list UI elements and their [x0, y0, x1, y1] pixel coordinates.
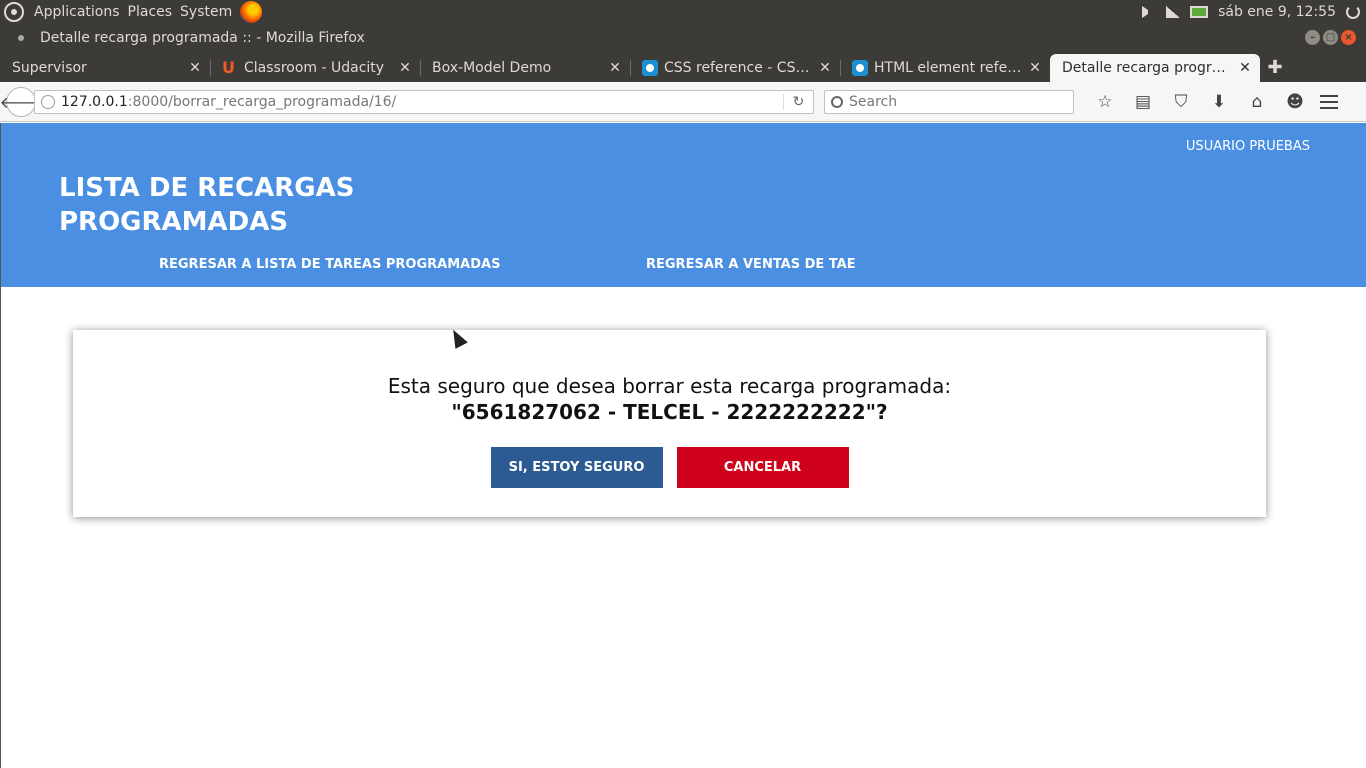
firefox-launcher-icon[interactable]: [240, 1, 263, 23]
back-to-tasks-link[interactable]: REGRESAR A LISTA DE TAREAS PROGRAMADAS: [159, 257, 500, 272]
reload-icon[interactable]: ↻: [783, 93, 813, 110]
bookmark-star-icon[interactable]: ☆: [1086, 92, 1124, 112]
back-button[interactable]: 🡐: [0, 86, 42, 117]
tab-html-element-reference[interactable]: HTML element refer... ✕: [840, 54, 1050, 82]
tab-label: Classroom - Udacity: [244, 60, 385, 76]
page-title: LISTA DE RECARGAS PROGRAMADAS: [59, 173, 355, 237]
tab-label: Detalle recarga progra...: [1062, 60, 1232, 76]
tab-box-model-demo[interactable]: Box-Model Demo ✕: [420, 54, 630, 82]
power-icon[interactable]: [1346, 5, 1360, 19]
ubuntu-logo-icon[interactable]: [4, 2, 24, 22]
dialog-buttons: SI, ESTOY SEGURO CANCELAR: [73, 447, 1266, 488]
cancel-button[interactable]: CANCELAR: [676, 447, 849, 488]
globe-icon[interactable]: [41, 94, 55, 109]
battery-icon[interactable]: [1190, 6, 1209, 18]
window-title: Detalle recarga programada :: - Mozilla …: [40, 30, 365, 46]
close-tab-icon[interactable]: ✕: [188, 60, 202, 76]
close-tab-icon[interactable]: ✕: [398, 60, 412, 76]
record-identifier: "6561827062 - TELCEL - 2222222222"?: [451, 400, 888, 424]
toolbar-icons: ☆ ▤ ⛉ ⬇ ⌂ ☻: [1086, 92, 1338, 112]
chat-icon[interactable]: ☻: [1276, 92, 1314, 112]
reading-list-icon[interactable]: ▤: [1124, 92, 1162, 112]
network-icon[interactable]: [1166, 6, 1181, 18]
url-host: 127.0.0.1: [61, 93, 128, 110]
search-input[interactable]: [849, 93, 1073, 110]
minimize-icon[interactable]: –: [1305, 30, 1320, 45]
home-icon[interactable]: ⌂: [1238, 92, 1276, 112]
close-tab-icon[interactable]: ✕: [1028, 60, 1042, 76]
udacity-icon: U: [222, 58, 235, 77]
search-bar[interactable]: [824, 89, 1074, 114]
tab-label: Supervisor: [12, 60, 87, 76]
window-title-bar: Detalle recarga programada :: - Mozilla …: [0, 24, 1366, 52]
tab-label: Box-Model Demo: [432, 60, 552, 76]
delete-confirmation-card: Esta seguro que desea borrar esta recarg…: [73, 330, 1266, 517]
applications-menu[interactable]: Applications: [34, 4, 120, 20]
site-header: USUARIO PRUEBAS LISTA DE RECARGAS PROGRA…: [1, 123, 1366, 287]
confirmation-question: Esta seguro que desea borrar esta recarg…: [387, 374, 952, 398]
clock[interactable]: sáb ene 9, 12:55: [1218, 4, 1336, 20]
page-content: USUARIO PRUEBAS LISTA DE RECARGAS PROGRA…: [0, 123, 1366, 768]
new-tab-button[interactable]: ✚: [1260, 54, 1290, 82]
tab-css-reference[interactable]: CSS reference - CSS |... ✕: [630, 54, 840, 82]
window-dot-icon: [18, 35, 24, 41]
pocket-icon[interactable]: ⛉: [1162, 92, 1200, 112]
system-menu[interactable]: System: [180, 4, 232, 20]
close-window-icon[interactable]: ×: [1341, 30, 1356, 45]
user-menu[interactable]: USUARIO PRUEBAS: [1186, 139, 1310, 154]
close-tab-icon[interactable]: ✕: [1238, 60, 1252, 76]
url-bar[interactable]: 127.0.0.1 :8000/borrar_recarga_programad…: [34, 89, 814, 114]
close-tab-icon[interactable]: ✕: [818, 60, 832, 76]
navigation-bar: 🡐 127.0.0.1 :8000/borrar_recarga_program…: [0, 82, 1366, 122]
tab-strip: Supervisor ✕ U Classroom - Udacity ✕ Box…: [0, 52, 1366, 82]
tab-supervisor[interactable]: Supervisor ✕: [0, 54, 210, 82]
mdn-icon: [642, 60, 658, 76]
download-icon[interactable]: ⬇: [1200, 92, 1238, 112]
tab-label: HTML element refer...: [874, 60, 1022, 76]
menu-icon[interactable]: [1320, 94, 1338, 109]
window-controls: – □ ×: [1305, 30, 1356, 45]
url-path: :8000/borrar_recarga_programada/16/: [127, 93, 397, 110]
mdn-icon: [852, 60, 868, 76]
places-menu[interactable]: Places: [128, 4, 173, 20]
volume-icon[interactable]: [1142, 6, 1156, 18]
tab-detalle-recarga[interactable]: Detalle recarga progra... ✕: [1050, 54, 1260, 82]
search-icon: [831, 95, 843, 108]
maximize-icon[interactable]: □: [1323, 30, 1338, 45]
back-to-sales-link[interactable]: REGRESAR A VENTAS DE TAE: [646, 257, 856, 272]
confirm-delete-button[interactable]: SI, ESTOY SEGURO: [490, 447, 663, 488]
system-indicators: sáb ene 9, 12:55: [1142, 0, 1360, 24]
system-panel: Applications Places System sáb ene 9, 12…: [0, 0, 1366, 24]
tab-classroom-udacity[interactable]: U Classroom - Udacity ✕: [210, 54, 420, 82]
tab-label: CSS reference - CSS |...: [664, 60, 812, 76]
close-tab-icon[interactable]: ✕: [608, 60, 622, 76]
